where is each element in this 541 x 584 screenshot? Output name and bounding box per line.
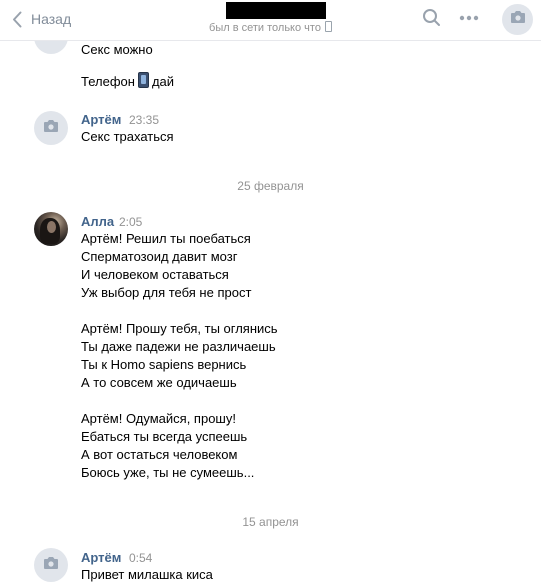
message-text: И человеком оставаться: [81, 267, 229, 282]
camera-icon: [43, 556, 59, 575]
message-text: Артём! Прошу тебя, ты оглянись: [81, 321, 278, 336]
message-text: Секс трахаться: [81, 129, 174, 144]
message-time: 23:35: [129, 113, 160, 127]
camera-icon: [510, 10, 526, 29]
message-text: А то совсем же одичаешь: [81, 375, 237, 390]
avatar[interactable]: [34, 548, 68, 582]
message-text: Артём! Одумайся, прошу!: [81, 411, 236, 426]
message-text-part: дай: [151, 74, 175, 89]
message-text: Ебаться ты всегда успеешь: [81, 429, 248, 444]
more-icon[interactable]: [458, 10, 480, 31]
search-icon[interactable]: [422, 8, 442, 33]
message-author[interactable]: Артём: [81, 550, 121, 565]
mobile-phone-icon: [137, 72, 149, 88]
message-text: Сперматозоид давит мозг: [81, 249, 238, 264]
avatar[interactable]: [34, 212, 68, 246]
message-text-part: Телефон: [81, 74, 135, 89]
message-author[interactable]: Алла: [81, 214, 114, 229]
message-text: Боюсь уже, ты не сумеешь...: [81, 465, 255, 480]
contact-avatar[interactable]: [502, 4, 533, 35]
avatar[interactable]: [34, 111, 68, 145]
message-author[interactable]: Артём: [81, 112, 121, 127]
date-separator: 25 февраля: [237, 179, 304, 193]
mobile-phone-icon: [324, 21, 332, 32]
message-time: 0:54: [129, 551, 153, 565]
message-text: А вот остаться человеком: [81, 447, 238, 462]
camera-icon: [43, 119, 59, 138]
message-text: Привет милашка киса: [81, 567, 213, 582]
contact-name-redacted: [226, 2, 326, 19]
message-text: Ты к Homo sapiens вернись: [81, 357, 247, 372]
message-text: Уж выбор для тебя не прост: [81, 285, 252, 300]
message-text: Артём! Решил ты поебаться: [81, 231, 251, 246]
message-text: Телефон дай: [81, 72, 174, 91]
online-status-text: был в сети только что: [209, 22, 321, 34]
message-text: Секс можно: [81, 42, 153, 57]
date-separator: 15 апреля: [242, 515, 299, 529]
chat-header: Назад был в сети только что: [0, 0, 541, 41]
message-text: Ты даже падежи не различаешь: [81, 339, 276, 354]
message-time: 2:05: [119, 215, 143, 229]
